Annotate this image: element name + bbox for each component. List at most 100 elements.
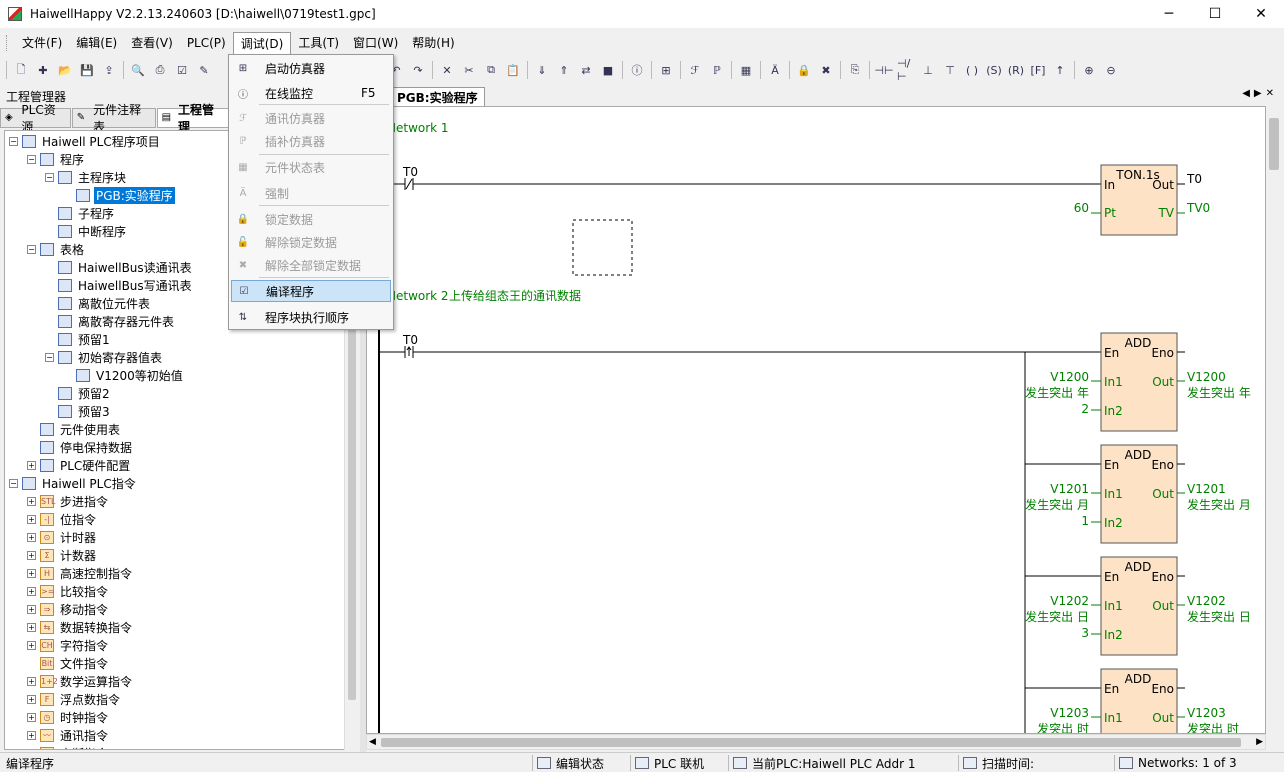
tree-item[interactable]: − Haiwell PLC指令 (9, 474, 138, 492)
expand-icon[interactable]: + (27, 604, 36, 614)
redo-icon[interactable]: ↷ (409, 61, 427, 79)
debug-menu-item[interactable]: 🔒 锁定数据 (231, 208, 391, 230)
debug-menu-item[interactable]: ⓘ 在线监控 F5 (231, 82, 391, 104)
tree-item[interactable]: +1+2 数学运算指令 (27, 672, 134, 690)
collapse-icon[interactable]: − (9, 478, 18, 488)
scroll-right-arrow[interactable]: ▶ (1256, 735, 1263, 749)
expand-icon[interactable]: + (27, 496, 36, 506)
delete-network-icon[interactable]: ⊖ (1102, 61, 1120, 79)
menu-window[interactable]: 窗口(W) (346, 32, 405, 54)
tree-item[interactable]: 离散位元件表 (45, 294, 152, 312)
tree-item[interactable]: − 表格 (27, 240, 86, 258)
expand-icon[interactable]: + (27, 694, 36, 704)
print-icon[interactable]: ⎙ (151, 61, 169, 79)
debug-menu-item[interactable]: ⇅ 程序块执行顺序 (231, 306, 391, 328)
tab-plc-resources[interactable]: ◈ PLC资源 (0, 103, 71, 134)
unlock-all-icon[interactable]: ✖ (817, 61, 835, 79)
tree-item[interactable]: + CH 字符指令 (27, 636, 110, 654)
menu-plc[interactable]: PLC(P) (180, 32, 233, 54)
tree-item[interactable]: + >= 比较指令 (27, 582, 110, 600)
tree-item[interactable]: + ⇒ 移动指令 (27, 600, 110, 618)
expand-icon[interactable]: + (27, 532, 36, 542)
print-preview-icon[interactable]: 🔍 (129, 61, 147, 79)
compare-icon[interactable]: ⇄ (577, 61, 595, 79)
compile-icon[interactable]: ✎ (195, 61, 213, 79)
ladder-set-coil-icon[interactable]: (S) (985, 61, 1003, 79)
monitor-icon[interactable]: ⓘ (628, 61, 646, 79)
tree-item[interactable]: + -| 位指令 (27, 510, 98, 528)
debug-menu-item[interactable]: Ä 强制 (231, 182, 391, 204)
expand-icon[interactable]: + (27, 550, 36, 560)
comm-sim-icon[interactable]: ℱ (686, 61, 704, 79)
editor-hscrollbar[interactable]: ◀ ▶ (366, 734, 1266, 750)
collapse-icon[interactable]: − (45, 352, 54, 362)
scroll-left-arrow[interactable]: ◀ (369, 735, 376, 749)
expand-icon[interactable]: + (27, 514, 36, 524)
tree-item[interactable]: − 程序 (27, 150, 86, 168)
tree-item[interactable]: + ⊙ 计时器 (27, 528, 98, 546)
delete-icon[interactable]: ✕ (438, 61, 456, 79)
simulator-icon[interactable]: ⊞ (657, 61, 675, 79)
tree-item[interactable]: 预留3 (45, 402, 112, 420)
editor-vscroll-thumb[interactable] (1269, 118, 1279, 170)
ladder-diagram[interactable]: Network 1T0 TON.1sIn Out T0Pt60 TV TV0Network… (367, 107, 1266, 734)
collapse-icon[interactable]: − (27, 154, 36, 164)
tree-item[interactable]: + H 高速控制指令 (27, 564, 134, 582)
debug-menu-item[interactable]: ℙ 插补仿真器 (231, 130, 391, 152)
interp-sim-icon[interactable]: ℙ (708, 61, 726, 79)
expand-icon[interactable]: + (27, 640, 36, 650)
menu-help[interactable]: 帮助(H) (405, 32, 461, 54)
tree-item[interactable]: − 主程序块 (45, 168, 128, 186)
check-icon[interactable]: ☑ (173, 61, 191, 79)
doc-tab-program[interactable]: PGB:实验程序 (390, 87, 485, 106)
tree-item[interactable]: 停电保持数据 (27, 438, 134, 456)
insert-network-icon[interactable]: ⊕ (1080, 61, 1098, 79)
maximize-button[interactable]: ☐ (1192, 0, 1238, 28)
ladder-function-icon[interactable]: [F] (1029, 61, 1047, 79)
upload-icon[interactable]: ⇪ (100, 61, 118, 79)
tree-item[interactable]: 元件使用表 (27, 420, 122, 438)
ladder-parallel-icon[interactable]: ⊥ (919, 61, 937, 79)
status-table-icon[interactable]: ▦ (737, 61, 755, 79)
tree-item[interactable]: V1200等初始值 (63, 366, 185, 384)
ladder-no-contact-icon[interactable]: ⊣⊢ (874, 61, 893, 79)
debug-menu-item[interactable]: ⊞ 启动仿真器 (231, 57, 391, 79)
tree-item[interactable]: + 〰通讯指令 (27, 726, 110, 744)
expand-icon[interactable]: + (27, 748, 36, 749)
menu-view[interactable]: 查看(V) (124, 32, 180, 54)
upload-plc-icon[interactable]: ⇑ (555, 61, 573, 79)
new-project-icon[interactable]: ✚ (34, 61, 52, 79)
save-icon[interactable]: 💾 (78, 61, 96, 79)
tree-item[interactable]: Bit 文件指令 (27, 654, 110, 672)
ladder-branch-icon[interactable]: ⊤ (941, 61, 959, 79)
doc-tab-nav[interactable]: ◀▶✕ (1242, 88, 1278, 99)
tree-item[interactable]: + F 浮点数指令 (27, 690, 122, 708)
tree-item[interactable]: 预留1 (45, 330, 112, 348)
menu-debug[interactable]: 调试(D) (232, 32, 292, 54)
ladder-pulse-icon[interactable]: ↑ (1051, 61, 1069, 79)
copy-icon[interactable]: ⧉ (482, 61, 500, 79)
tree-item[interactable]: + Σ 计数器 (27, 546, 98, 564)
debug-menu-item[interactable]: ℱ 通讯仿真器 (231, 107, 391, 129)
ladder-coil-icon[interactable]: ( ) (963, 61, 981, 79)
menu-file[interactable]: 文件(F) (15, 32, 69, 54)
tab-project-manager[interactable]: ▤ 工程管理 (156, 103, 229, 134)
debug-menu-item[interactable]: ☑ 编译程序 (231, 280, 391, 302)
debug-menu-item[interactable]: 🔓 解除锁定数据 (231, 231, 391, 253)
tree-item[interactable]: 离散寄存器元件表 (45, 312, 176, 330)
tree-item[interactable]: 中断程序 (45, 222, 128, 240)
expand-icon[interactable]: + (27, 676, 36, 686)
open-folder-icon[interactable]: 📂 (56, 61, 74, 79)
editor-hscroll-thumb[interactable] (381, 738, 1241, 747)
ladder-nc-contact-icon[interactable]: ⊣/⊢ (897, 57, 915, 83)
tree-item[interactable]: HaiwellBus写通讯表 (45, 276, 194, 294)
force-icon[interactable]: Ä (766, 61, 784, 79)
ladder-editor[interactable]: Network 1 T0 TON.1s In Out T0 Pt 60 TV TV0 Network… (366, 106, 1266, 734)
tab-element-comments[interactable]: ✎ 元件注释表 (71, 103, 156, 134)
plc-stop-icon[interactable]: ■ (599, 61, 617, 79)
lock-icon[interactable]: 🔒 (795, 61, 813, 79)
ladder-reset-coil-icon[interactable]: (R) (1007, 61, 1025, 79)
expand-icon[interactable]: + (27, 460, 36, 470)
tree-item[interactable]: 预留2 (45, 384, 112, 402)
tree-item[interactable]: + PLC硬件配置 (27, 456, 132, 474)
